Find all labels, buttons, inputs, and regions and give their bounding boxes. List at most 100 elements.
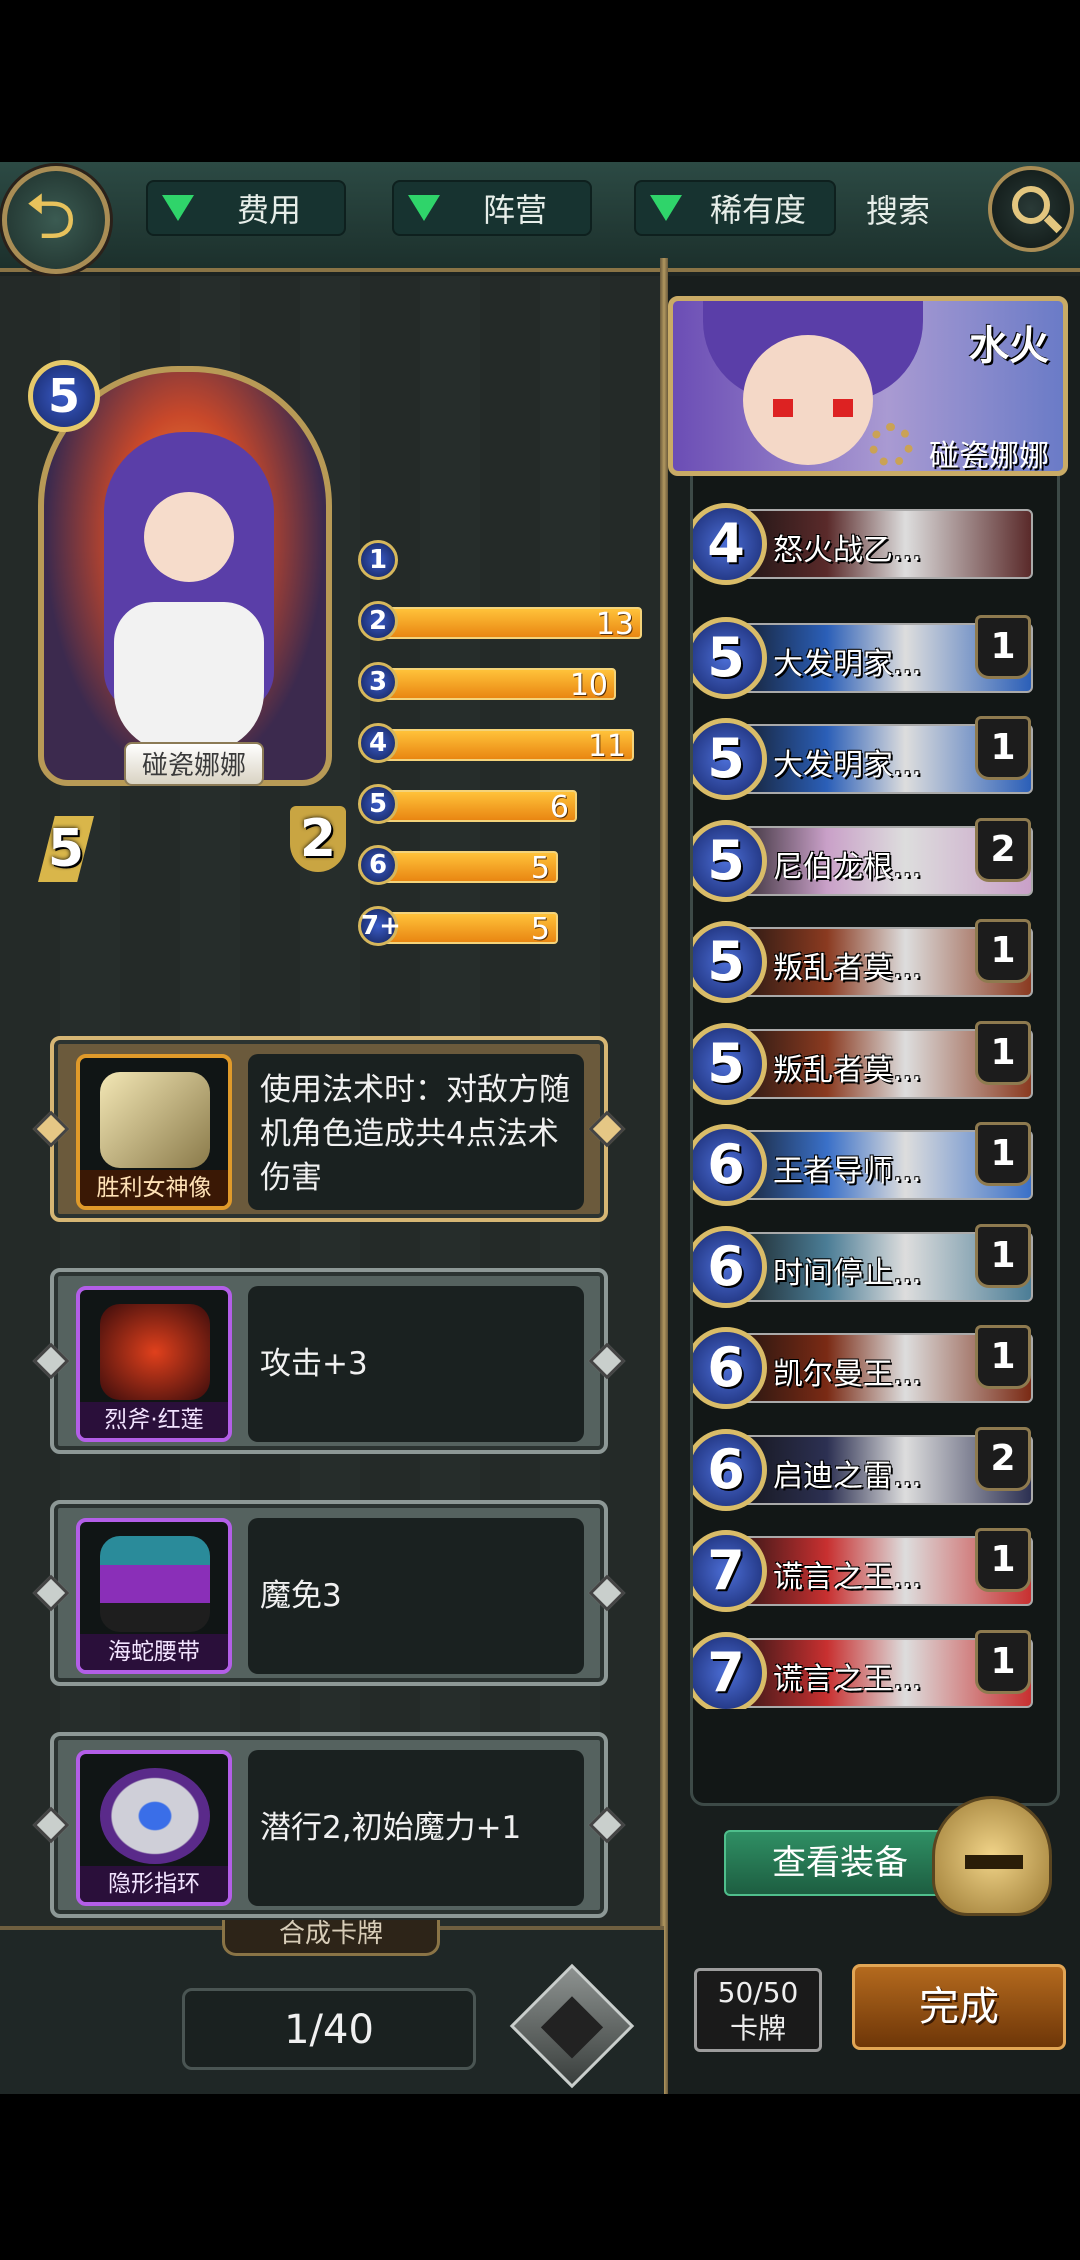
frame-ornament [588, 1574, 626, 1612]
card-copy-count: 1 [975, 716, 1031, 780]
cost-curve-count: 5 [530, 912, 550, 947]
view-equipment-button[interactable]: 查看装备 [724, 1830, 956, 1896]
cost-gem-icon: 5 [358, 784, 398, 824]
frame-ornament [32, 1342, 70, 1380]
equipment-card[interactable]: 胜利女神像 使用法术时：对敌方随机角色造成共4点法术伤害 [32, 1036, 626, 1222]
deck-card-row[interactable]: 谎言之王... 7 1 [693, 1630, 1049, 1709]
cost-curve-row: 65 [358, 843, 648, 887]
faction-filter-label: 阵营 [482, 191, 547, 229]
done-button[interactable]: 完成 [852, 1964, 1066, 2050]
card-name: 大发明家... [773, 647, 922, 682]
item-description: 攻击+3 [248, 1286, 584, 1442]
belt-art [100, 1536, 210, 1632]
deck-hero-banner[interactable]: 水火 碰瓷娜娜 [668, 296, 1068, 476]
search-button[interactable] [988, 166, 1074, 252]
ring-art [100, 1768, 210, 1864]
hero-portrait[interactable]: 碰瓷娜娜 [38, 366, 332, 786]
card-name: 尼伯龙根... [773, 850, 922, 885]
card-copy-count: 2 [975, 818, 1031, 882]
deck-hero-name: 碰瓷娜娜 [929, 439, 1049, 474]
cost-curve-bar: 11 [380, 729, 634, 764]
ring-icon: 隐形指环 [76, 1750, 232, 1906]
item-name: 海蛇腰带 [80, 1634, 228, 1670]
cost-gem-icon: 6 [358, 845, 398, 885]
item-name: 胜利女神像 [80, 1170, 228, 1206]
statue-icon: 胜利女神像 [76, 1054, 232, 1210]
deck-card-row[interactable]: 启迪之雷... 6 2 [693, 1427, 1049, 1513]
equipment-card[interactable]: 海蛇腰带 魔免3 [32, 1500, 626, 1686]
item-name: 隐形指环 [80, 1866, 228, 1902]
gear-icon [869, 423, 913, 467]
banner-art-eyes [773, 399, 853, 417]
equipment-card[interactable]: 隐形指环 潜行2,初始魔力+1 [32, 1732, 626, 1918]
item-description: 潜行2,初始魔力+1 [248, 1750, 584, 1906]
back-button[interactable]: ⮌ [2, 166, 110, 274]
deck-card-row[interactable]: 怒火战乙... 4 [693, 501, 1049, 587]
cost-filter-dropdown[interactable]: 费用 [146, 180, 346, 236]
frame-ornament [32, 1110, 70, 1148]
back-arrow-icon: ⮌ [25, 180, 77, 254]
hero-detail-pane: 碰瓷娜娜 5 5 2 1 2 13 3 10 4 11 5 6 6 5 7+ 5 胜利女神像 使用法术时… [0, 276, 664, 2094]
deck-card-row[interactable]: 叛乱者莫... 5 1 [693, 919, 1049, 1005]
cost-gem-icon: 4 [358, 723, 398, 763]
deck-card-row[interactable]: 尼伯龙根... 5 2 [693, 818, 1049, 904]
item-description: 使用法术时：对敌方随机角色造成共4点法术伤害 [248, 1054, 584, 1210]
deck-card-row[interactable]: 谎言之王... 7 1 [693, 1528, 1049, 1614]
deck-faction-tag: 水火 [969, 323, 1049, 369]
magnifier-handle [1043, 214, 1063, 234]
cost-gem-icon: 7+ [358, 906, 401, 946]
frame-ornament [588, 1806, 626, 1844]
cost-curve-row: 56 [358, 782, 648, 826]
deck-card-row[interactable]: 叛乱者莫... 5 1 [693, 1021, 1049, 1107]
cost-curve-bar: 13 [380, 607, 642, 642]
card-copy-count: 1 [975, 1021, 1031, 1085]
card-name: 凯尔曼王... [773, 1357, 922, 1392]
cost-curve-count: 11 [587, 729, 626, 764]
cost-gem-icon: 1 [358, 540, 398, 580]
rarity-filter-dropdown[interactable]: 稀有度 [634, 180, 836, 236]
deck-card-row[interactable]: 凯尔曼王... 6 1 [693, 1325, 1049, 1411]
belt-icon: 海蛇腰带 [76, 1518, 232, 1674]
hero-art-dress [114, 602, 264, 752]
item-name: 烈斧·红莲 [80, 1402, 228, 1438]
card-copy-count: 1 [975, 1122, 1031, 1186]
axe-icon: 烈斧·红莲 [76, 1286, 232, 1442]
deck-card-row[interactable]: 时间停止... 6 1 [693, 1224, 1049, 1310]
card-name: 大发明家... [773, 748, 922, 783]
card-copy-count: 1 [975, 1528, 1031, 1592]
cost-filter-label: 费用 [236, 191, 301, 229]
cost-curve: 1 2 13 3 10 4 11 5 6 6 5 7+ 5 [358, 538, 648, 965]
cost-curve-count: 5 [530, 851, 550, 886]
synthesize-cards-tab[interactable]: 合成卡牌 [222, 1920, 440, 1956]
deck-card-row[interactable]: 大发明家... 5 1 [693, 716, 1049, 802]
hero-art-face [144, 492, 234, 582]
deck-card-row[interactable]: 王者导师... 6 1 [693, 1122, 1049, 1208]
axe-art [100, 1304, 210, 1400]
cost-curve-count: 13 [595, 607, 634, 642]
cost-gem-icon: 2 [358, 601, 398, 641]
card-copy-count: 1 [975, 919, 1031, 983]
pane-divider [660, 258, 668, 2094]
deck-list: 怒火战乙... 4 大发明家... 5 1 大发明家... 5 1 尼伯龙根... 5 2 叛乱者莫.… [690, 312, 1060, 1806]
deck-card-count: 50/50 卡牌 [694, 1968, 822, 2052]
deck-card-row[interactable]: 大发明家... 5 1 [693, 615, 1049, 701]
triangle-down-icon [408, 195, 440, 221]
cost-curve-bar: 5 [380, 912, 558, 947]
card-copy-count: 1 [975, 1325, 1031, 1389]
cost-curve-row: 3 10 [358, 660, 648, 704]
triangle-down-icon [650, 195, 682, 221]
cost-curve-count: 6 [549, 790, 569, 825]
faction-filter-dropdown[interactable]: 阵营 [392, 180, 592, 236]
filter-bar: 费用 阵营 稀有度 搜索 [0, 162, 1080, 272]
cost-curve-row: 4 11 [358, 721, 648, 765]
card-name: 启迪之雷... [773, 1459, 922, 1494]
equipment-card[interactable]: 烈斧·红莲 攻击+3 [32, 1268, 626, 1454]
card-name: 叛乱者莫... [773, 951, 922, 986]
deck-list-pane: 怒火战乙... 4 大发明家... 5 1 大发明家... 5 1 尼伯龙根... 5 2 叛乱者莫.… [668, 276, 1080, 2094]
hero-name-plate: 碰瓷娜娜 [124, 742, 264, 786]
card-copy-count: 1 [975, 615, 1031, 679]
cost-curve-bar: 5 [380, 851, 558, 886]
rarity-filter-label: 稀有度 [709, 191, 806, 229]
frame-ornament [32, 1806, 70, 1844]
cost-curve-bar: 6 [380, 790, 577, 825]
